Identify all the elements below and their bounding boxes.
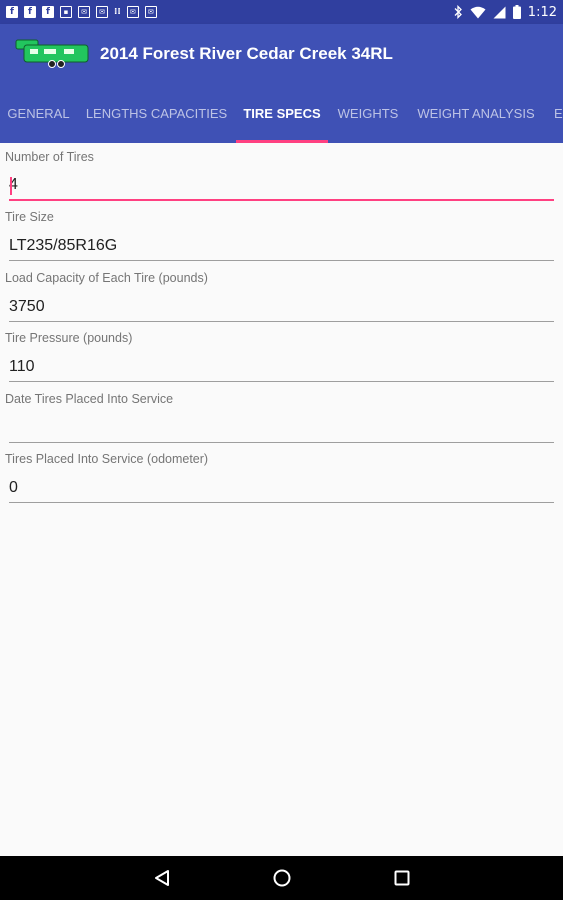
tab-label: WEIGHT ANALYSIS [417, 106, 535, 121]
home-button[interactable] [268, 864, 296, 892]
tab-more[interactable]: E [544, 84, 563, 143]
wifi-icon [470, 6, 486, 18]
tab-weight-analysis[interactable]: WEIGHT ANALYSIS [408, 84, 544, 143]
notification-icons: f f f ▪ ✉ ✉ ⁞⁞ ✉ ✉ [6, 6, 157, 18]
image-icon: ▪ [60, 6, 72, 18]
email-icon: ✉ [78, 6, 90, 18]
email-icon: ✉ [126, 6, 139, 18]
load-capacity-input[interactable] [9, 292, 554, 322]
facebook-icon: f [24, 6, 36, 18]
cell-signal-icon [493, 6, 506, 18]
number-of-tires-label: Number of Tires [5, 150, 94, 164]
back-triangle-icon [155, 870, 169, 886]
load-capacity-label: Load Capacity of Each Tire (pounds) [5, 271, 208, 285]
tab-tire-specs[interactable]: TIRE SPECS [236, 84, 328, 143]
number-of-tires-input[interactable] [9, 171, 554, 201]
tab-label: WEIGHTS [337, 106, 399, 121]
bluetooth-icon [454, 5, 462, 19]
back-button[interactable] [148, 864, 176, 892]
tab-lengths-capacities[interactable]: LENGTHS CAPACITIES [77, 84, 236, 143]
status-time: 1:12 [527, 4, 557, 20]
navigation-bar [0, 856, 563, 900]
tab-label: LENGTHS CAPACITIES [85, 106, 228, 121]
date-in-service-label: Date Tires Placed Into Service [5, 392, 174, 406]
tab-bar: GENERAL LENGTHS CAPACITIES TIRE SPECS WE… [0, 84, 563, 143]
tire-pressure-input[interactable] [9, 352, 554, 382]
active-tab-indicator [236, 140, 328, 143]
date-in-service-input[interactable] [9, 413, 554, 443]
battery-icon [512, 5, 521, 19]
wifi-signal-icon: ⁞⁞ [114, 7, 121, 17]
email-icon: ✉ [96, 6, 108, 18]
tab-weights[interactable]: WEIGHTS [328, 84, 408, 143]
home-circle-icon [273, 869, 291, 887]
rv-trailer-icon [15, 39, 89, 68]
tab-general[interactable]: GENERAL [0, 84, 77, 143]
email-icon: ✉ [144, 6, 157, 18]
status-bar: f f f ▪ ✉ ✉ ⁞⁞ ✉ ✉ 1:12 [0, 0, 563, 24]
tab-label: GENERAL [7, 106, 70, 121]
tire-size-label: Tire Size [5, 210, 54, 224]
tire-pressure-label: Tire Pressure (pounds) [5, 331, 133, 345]
facebook-icon: f [42, 6, 54, 18]
tab-label: E [554, 106, 563, 121]
odometer-in-service-input[interactable] [9, 473, 554, 503]
app-title: 2014 Forest River Cedar Creek 34RL [100, 44, 393, 63]
recents-square-icon [394, 870, 410, 886]
odometer-in-service-label: Tires Placed Into Service (odometer) [5, 452, 209, 466]
app-bar: 2014 Forest River Cedar Creek 34RL [0, 24, 563, 84]
text-cursor [10, 177, 12, 195]
recents-button[interactable] [388, 864, 416, 892]
facebook-icon: f [6, 6, 18, 18]
tire-size-input[interactable] [9, 231, 554, 261]
tab-label: TIRE SPECS [243, 106, 321, 121]
